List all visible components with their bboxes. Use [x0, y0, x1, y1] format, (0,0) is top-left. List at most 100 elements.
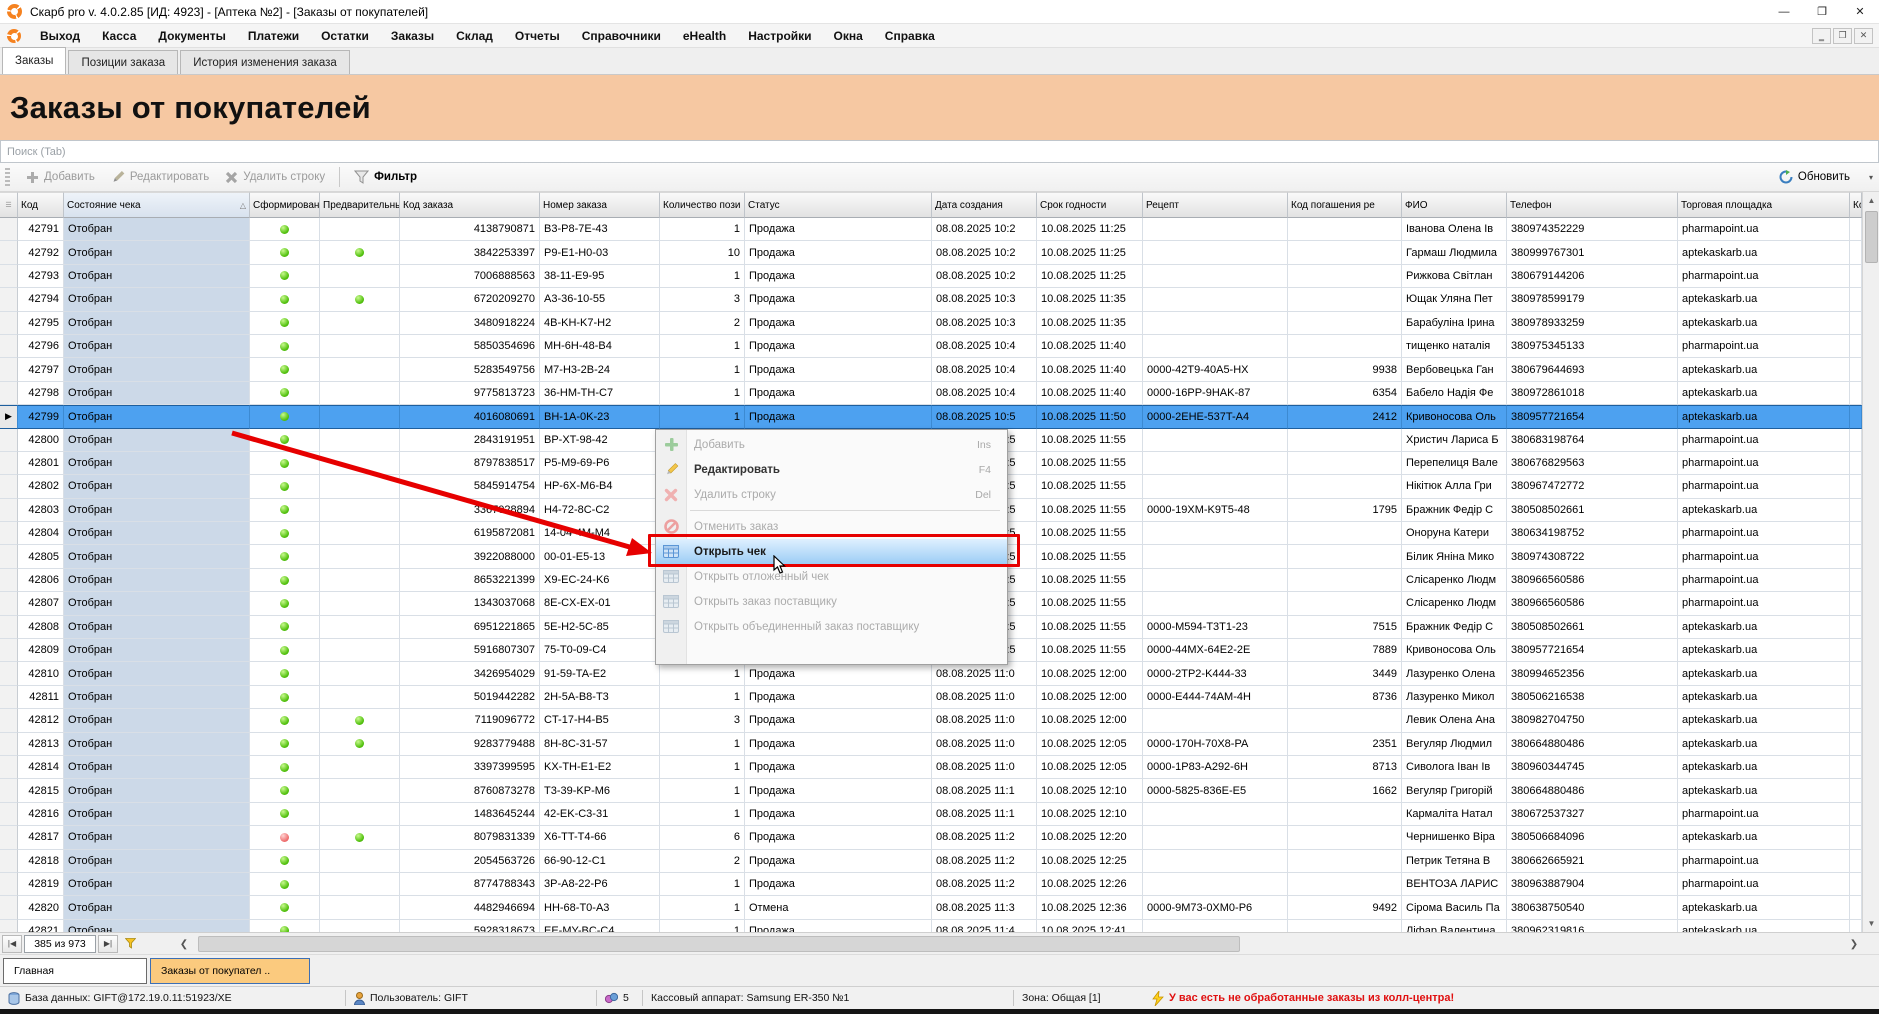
- cell-state[interactable]: Отобран: [64, 733, 250, 756]
- cell-fio[interactable]: Чернишенко Віра: [1402, 826, 1507, 849]
- column-header-created[interactable]: Дата создания: [932, 192, 1037, 218]
- cell-ko[interactable]: [1850, 475, 1862, 498]
- cell-formed[interactable]: [250, 616, 320, 639]
- cell-onum[interactable]: 8E-CX-EX-01: [540, 592, 660, 615]
- cell-qty[interactable]: 1: [660, 218, 745, 241]
- cell-prelim[interactable]: [320, 499, 400, 522]
- cell-redeem[interactable]: [1288, 335, 1402, 358]
- cell-prelim[interactable]: [320, 452, 400, 475]
- cell-expires[interactable]: 10.08.2025 11:55: [1037, 639, 1143, 662]
- table-row[interactable]: 42815Отобран8760873278T3-39-KP-M61Продаж…: [0, 779, 1862, 802]
- cell-ocode[interactable]: 3480918224: [400, 312, 540, 335]
- cell-fio[interactable]: тищенко наталія: [1402, 335, 1507, 358]
- cell-platform[interactable]: pharmapoint.ua: [1678, 335, 1850, 358]
- cell-formed[interactable]: [250, 288, 320, 311]
- cell-state[interactable]: Отобран: [64, 312, 250, 335]
- cell-qty[interactable]: 1: [660, 733, 745, 756]
- cell-fio[interactable]: Барабуліна Ірина: [1402, 312, 1507, 335]
- cell-redeem[interactable]: [1288, 709, 1402, 732]
- cell-fio[interactable]: Слісаренко Людм: [1402, 592, 1507, 615]
- cell-onum[interactable]: 2H-5A-B8-T3: [540, 686, 660, 709]
- cell-kod[interactable]: 42803: [18, 499, 64, 522]
- cell-qty[interactable]: 1: [660, 873, 745, 896]
- cell-status[interactable]: Продажа: [745, 662, 932, 685]
- menu-item-заказы[interactable]: Заказы: [380, 29, 445, 43]
- table-row[interactable]: 42816Отобран148364524442-EK-C3-311Продаж…: [0, 803, 1862, 826]
- cell-formed[interactable]: [250, 475, 320, 498]
- cell-fio[interactable]: Кармаліта Натал: [1402, 803, 1507, 826]
- cell-ocode[interactable]: 5019442282: [400, 686, 540, 709]
- cell-qty[interactable]: 1: [660, 662, 745, 685]
- cell-prelim[interactable]: [320, 429, 400, 452]
- cell-expires[interactable]: 10.08.2025 11:35: [1037, 288, 1143, 311]
- cell-status[interactable]: Продажа: [745, 335, 932, 358]
- cell-formed[interactable]: [250, 312, 320, 335]
- row-indicator[interactable]: ▶: [0, 405, 18, 428]
- cell-redeem[interactable]: [1288, 850, 1402, 873]
- cell-fio[interactable]: Гармаш Людмила: [1402, 241, 1507, 264]
- scroll-left-icon[interactable]: ❮: [176, 935, 192, 953]
- cell-platform[interactable]: aptekaskarb.ua: [1678, 756, 1850, 779]
- cell-formed[interactable]: [250, 569, 320, 592]
- cell-formed[interactable]: [250, 733, 320, 756]
- mdi-restore-button[interactable]: ❐: [1833, 28, 1852, 44]
- cell-kod[interactable]: 42811: [18, 686, 64, 709]
- cell-ocode[interactable]: 5928318673: [400, 920, 540, 932]
- context-menu-item-удалить-строку[interactable]: Удалить строкуDel: [656, 482, 1007, 507]
- table-row[interactable]: 42796Отобран5850354696MH-6H-48-B41Продаж…: [0, 335, 1862, 358]
- cell-qty[interactable]: 2: [660, 312, 745, 335]
- cell-kod[interactable]: 42809: [18, 639, 64, 662]
- cell-recipe[interactable]: [1143, 312, 1288, 335]
- cell-onum[interactable]: M7-H3-2B-24: [540, 358, 660, 381]
- cell-platform[interactable]: pharmapoint.ua: [1678, 803, 1850, 826]
- cell-phone[interactable]: 380966560586: [1507, 592, 1678, 615]
- context-menu-item-редактировать[interactable]: РедактироватьF4: [656, 457, 1007, 482]
- cell-phone[interactable]: 380999767301: [1507, 241, 1678, 264]
- cell-formed[interactable]: [250, 920, 320, 932]
- cell-fio[interactable]: Бражник Федір С: [1402, 499, 1507, 522]
- toolbar-grip[interactable]: [5, 168, 10, 186]
- cell-formed[interactable]: [250, 429, 320, 452]
- cell-kod[interactable]: 42794: [18, 288, 64, 311]
- cell-state[interactable]: Отобран: [64, 452, 250, 475]
- cell-expires[interactable]: 10.08.2025 11:40: [1037, 382, 1143, 405]
- cell-ko[interactable]: [1850, 218, 1862, 241]
- cell-phone[interactable]: 380957721654: [1507, 639, 1678, 662]
- cell-recipe[interactable]: [1143, 545, 1288, 568]
- cell-ocode[interactable]: 9775813723: [400, 382, 540, 405]
- cell-platform[interactable]: pharmapoint.ua: [1678, 452, 1850, 475]
- cell-onum[interactable]: 14-04-4M-M4: [540, 522, 660, 545]
- cell-onum[interactable]: T3-39-KP-M6: [540, 779, 660, 802]
- row-indicator[interactable]: [0, 709, 18, 732]
- cell-ko[interactable]: [1850, 405, 1862, 428]
- cell-prelim[interactable]: [320, 779, 400, 802]
- cell-formed[interactable]: [250, 686, 320, 709]
- cell-state[interactable]: Отобран: [64, 335, 250, 358]
- cell-redeem[interactable]: 8736: [1288, 686, 1402, 709]
- cell-onum[interactable]: HH-68-T0-A3: [540, 896, 660, 919]
- cell-onum[interactable]: EE-MY-BC-C4: [540, 920, 660, 932]
- cell-state[interactable]: Отобран: [64, 545, 250, 568]
- cell-platform[interactable]: aptekaskarb.ua: [1678, 499, 1850, 522]
- menu-item-остатки[interactable]: Остатки: [310, 29, 380, 43]
- cell-phone[interactable]: 380638750540: [1507, 896, 1678, 919]
- tab-заказы[interactable]: Заказы: [2, 47, 66, 74]
- cell-fio[interactable]: Лазуренко Микол: [1402, 686, 1507, 709]
- cell-state[interactable]: Отобран: [64, 756, 250, 779]
- cell-status[interactable]: Продажа: [745, 288, 932, 311]
- cell-phone[interactable]: 380679144206: [1507, 265, 1678, 288]
- cell-redeem[interactable]: [1288, 452, 1402, 475]
- toolbar-overflow-caret-icon[interactable]: ▾: [1869, 173, 1873, 182]
- cell-fio[interactable]: ВЕНТОЗА ЛАРИС: [1402, 873, 1507, 896]
- cell-prelim[interactable]: [320, 733, 400, 756]
- cell-kod[interactable]: 42819: [18, 873, 64, 896]
- cell-ocode[interactable]: 5283549756: [400, 358, 540, 381]
- cell-ocode[interactable]: 2843191951: [400, 429, 540, 452]
- cell-created[interactable]: 08.08.2025 11:1: [932, 803, 1037, 826]
- cell-kod[interactable]: 42813: [18, 733, 64, 756]
- cell-kod[interactable]: 42808: [18, 616, 64, 639]
- cell-formed[interactable]: [250, 265, 320, 288]
- menu-item-выход[interactable]: Выход: [29, 29, 91, 43]
- cell-prelim[interactable]: [320, 218, 400, 241]
- cell-created[interactable]: 08.08.2025 11:3: [932, 896, 1037, 919]
